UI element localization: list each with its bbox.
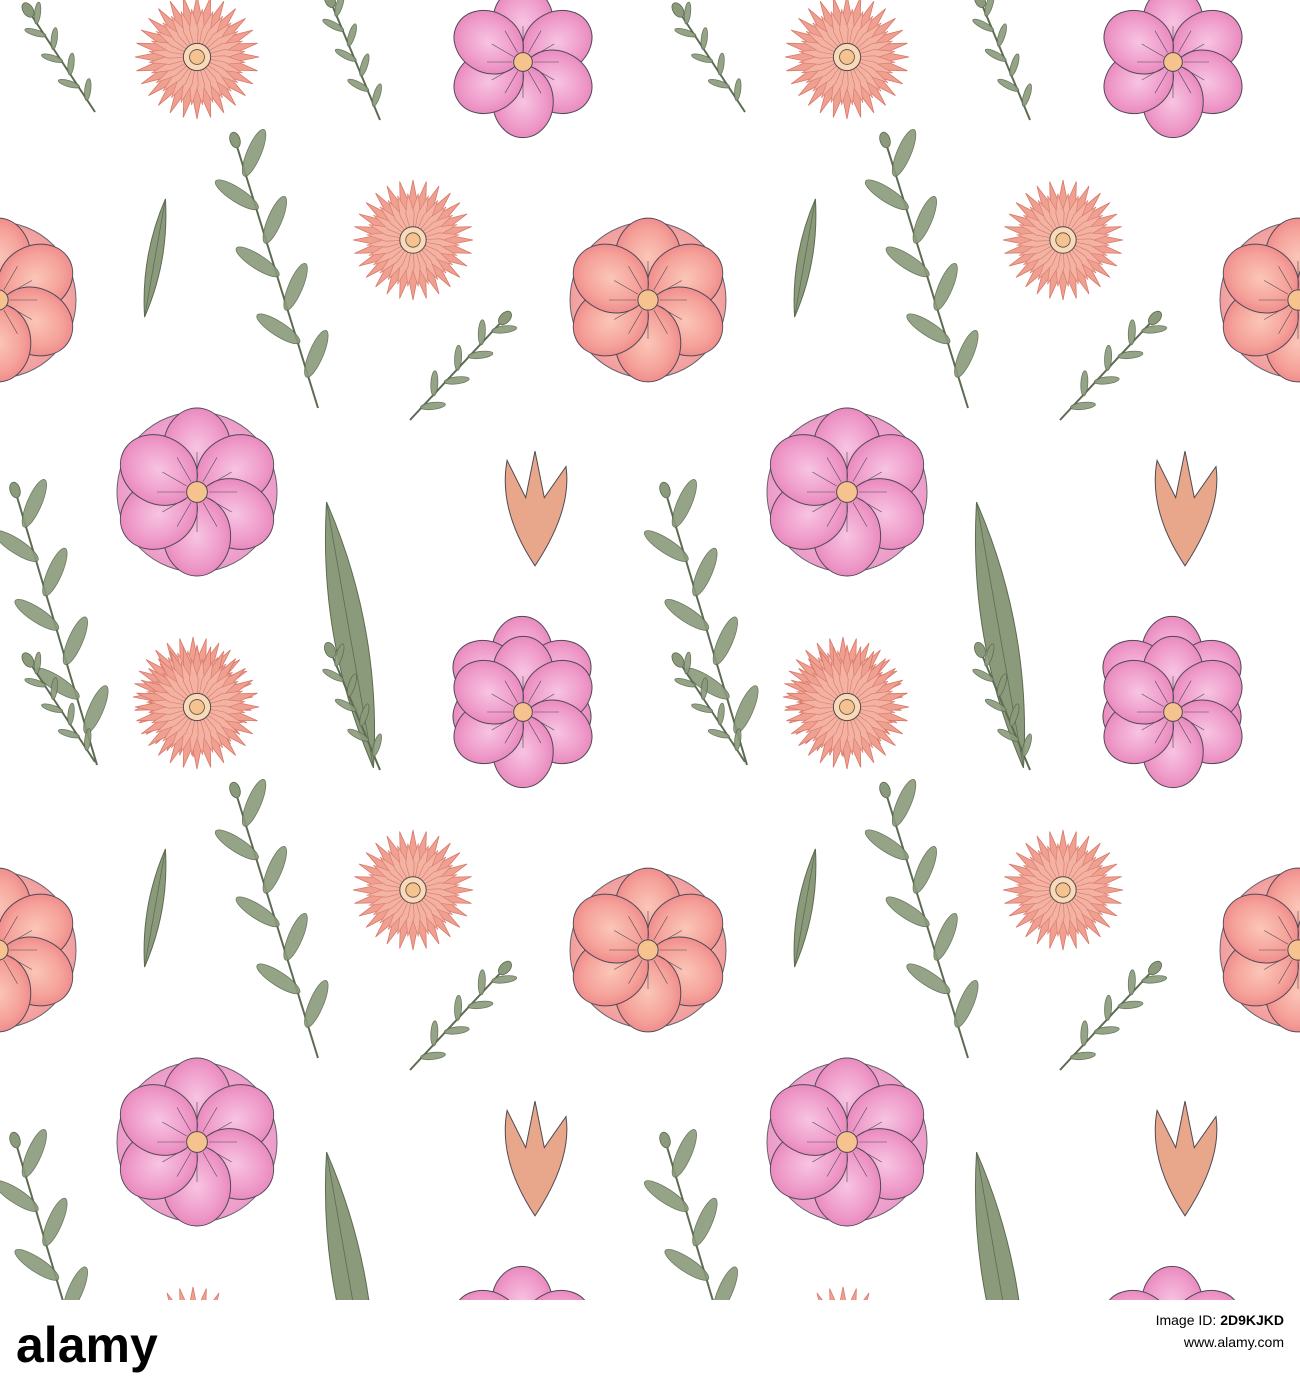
- leaf-sprig-icon: [214, 128, 329, 409]
- footer-bar: alamy Image ID: 2D9KJKD www.alamy.com: [0, 1300, 1300, 1390]
- single-leaf-icon: [324, 1151, 376, 1300]
- coral-daisy-icon: [155, 1286, 231, 1300]
- leaf-sprig-icon: [21, 1, 96, 113]
- pink-flower-icon: [766, 407, 928, 577]
- image-id: 2D9KJKD: [1220, 1312, 1284, 1328]
- leaf-sprig-icon: [214, 778, 329, 1059]
- single-leaf-icon: [974, 1151, 1026, 1300]
- rose-flower-icon: [0, 867, 77, 1033]
- leaf-sprig-icon: [1059, 310, 1168, 421]
- pink-flower-icon: [1103, 0, 1243, 139]
- pink-flower-icon: [1102, 1265, 1242, 1300]
- single-leaf-icon: [143, 848, 167, 968]
- leaf-sprig-icon: [644, 479, 759, 766]
- leaf-sprig-icon: [864, 778, 979, 1059]
- coral-daisy-icon: [1002, 829, 1124, 951]
- logo-text: alamy: [16, 1317, 158, 1373]
- bud-icon: [1154, 1101, 1218, 1217]
- pink-flower-icon: [116, 407, 278, 577]
- single-leaf-icon: [793, 848, 817, 968]
- leaf-sprig-icon: [972, 0, 1032, 121]
- leaf-sprig-icon: [409, 310, 518, 421]
- leaf-sprig-icon: [644, 1129, 738, 1300]
- leaf-sprig-icon: [864, 128, 979, 409]
- rose-flower-icon: [1219, 867, 1300, 1033]
- bud-icon: [504, 1101, 568, 1217]
- image-id-label: Image ID:: [1155, 1312, 1217, 1328]
- site-link[interactable]: www.alamy.com: [1156, 1334, 1284, 1350]
- rose-flower-icon: [0, 217, 77, 383]
- rose-flower-icon: [1219, 217, 1300, 383]
- bud-icon: [1154, 451, 1218, 567]
- coral-daisy-icon: [784, 0, 910, 120]
- leaf-sprig-icon: [0, 479, 109, 766]
- leaf-sprig-icon: [322, 0, 382, 121]
- bud-icon: [504, 451, 568, 567]
- single-leaf-icon: [793, 198, 817, 318]
- pink-flower-icon: [116, 1057, 278, 1227]
- leaf-sprig-icon: [671, 651, 746, 763]
- image-info: Image ID: 2D9KJKD www.alamy.com: [1156, 1312, 1284, 1350]
- leaf-sprig-icon: [1059, 960, 1168, 1071]
- coral-daisy-icon: [805, 1286, 881, 1300]
- coral-daisy-icon: [1002, 179, 1124, 301]
- rose-flower-icon: [569, 867, 727, 1033]
- coral-daisy-icon: [352, 179, 474, 301]
- pink-flower-icon: [453, 0, 593, 139]
- leaf-sprig-icon: [21, 651, 96, 763]
- leaf-sprig-icon: [671, 1, 746, 113]
- rose-flower-icon: [569, 217, 727, 383]
- pink-flower-icon: [766, 1057, 928, 1227]
- pink-flower-icon: [452, 1265, 592, 1300]
- coral-daisy-icon: [134, 0, 260, 120]
- leaf-sprig-icon: [409, 960, 518, 1071]
- single-leaf-icon: [143, 198, 167, 318]
- alamy-logo: alamy: [16, 1317, 158, 1373]
- leaf-sprig-icon: [0, 1129, 88, 1300]
- coral-daisy-icon: [352, 829, 474, 951]
- floral-pattern: [0, 0, 1300, 1300]
